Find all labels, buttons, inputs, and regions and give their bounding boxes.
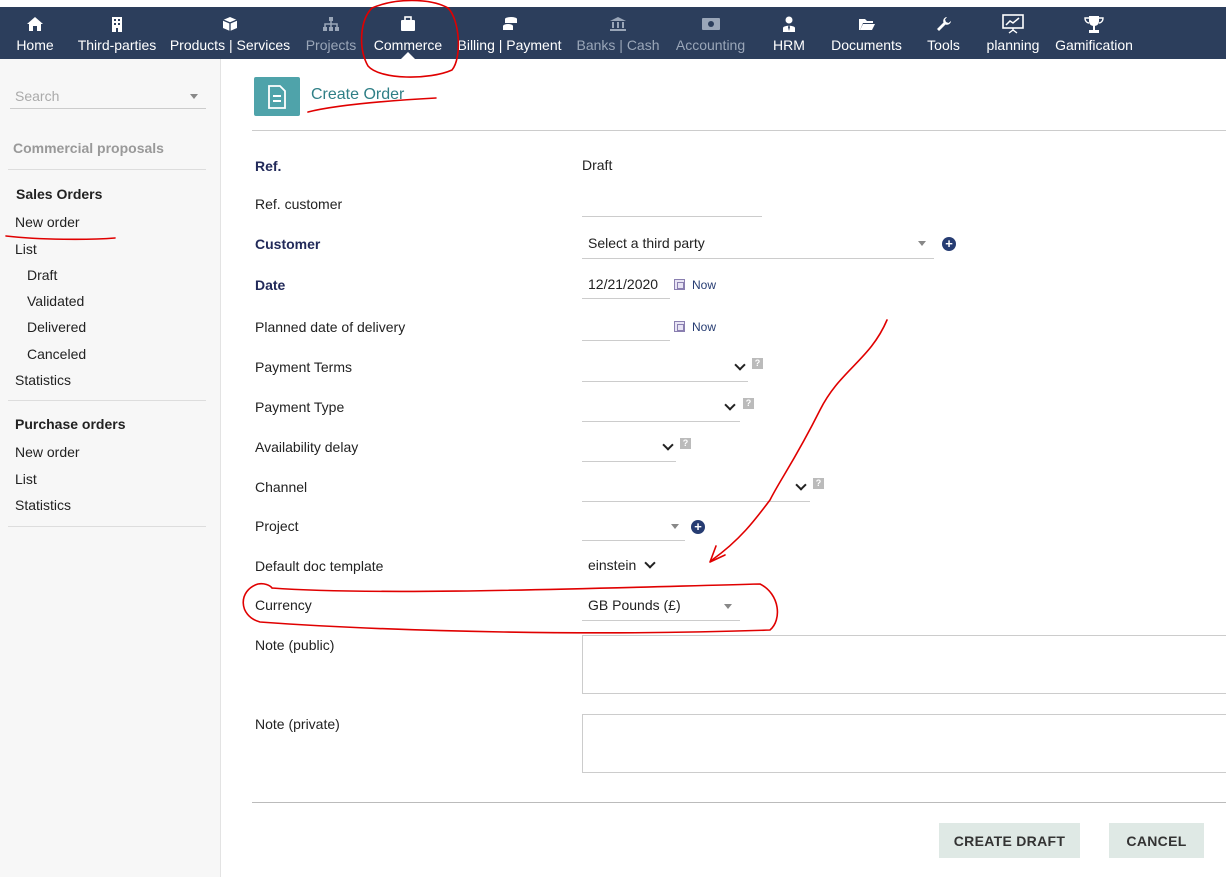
date-now-link[interactable]: Now bbox=[692, 278, 716, 292]
date-input[interactable]: 12/21/2020 bbox=[588, 276, 658, 292]
channel-select[interactable] bbox=[582, 501, 810, 502]
page-title: Create Order bbox=[311, 86, 405, 103]
building-icon bbox=[111, 13, 123, 35]
cancel-button[interactable]: CANCEL bbox=[1109, 823, 1204, 858]
left-sidebar: Search Commercial proposals Sales Orders… bbox=[0, 59, 221, 877]
availability-delay-label: Availability delay bbox=[255, 439, 359, 455]
nav-banks-cash[interactable]: Banks | Cash bbox=[577, 7, 660, 59]
coins-icon bbox=[502, 13, 518, 35]
currency-select[interactable]: GB Pounds (£) bbox=[588, 597, 681, 613]
note-private-label: Note (private) bbox=[255, 716, 340, 732]
sidebar-sales-validated[interactable]: Validated bbox=[27, 293, 84, 309]
sidebar-sales-new-order[interactable]: New order bbox=[15, 214, 80, 230]
folder-open-icon bbox=[858, 13, 876, 35]
trophy-icon bbox=[1083, 13, 1105, 35]
sidebar-purchase-orders-heading[interactable]: Purchase orders bbox=[15, 416, 126, 432]
date-label: Date bbox=[255, 277, 286, 293]
sidebar-purchase-new-order[interactable]: New order bbox=[15, 444, 80, 460]
nav-accounting[interactable]: Accounting bbox=[676, 7, 745, 59]
currency-label: Currency bbox=[255, 597, 312, 613]
caret-down-icon bbox=[724, 604, 732, 609]
nav-products-services[interactable]: Products | Services bbox=[170, 7, 290, 59]
calendar-icon[interactable] bbox=[674, 279, 685, 290]
help-icon[interactable]: ? bbox=[743, 398, 754, 409]
payment-type-select[interactable] bbox=[582, 421, 740, 422]
sidebar-purchase-list[interactable]: List bbox=[15, 471, 37, 487]
chevron-down-icon bbox=[795, 479, 807, 491]
nav-planning[interactable]: planning bbox=[985, 7, 1041, 59]
caret-down-icon bbox=[671, 524, 679, 529]
wrench-icon bbox=[936, 13, 952, 35]
help-icon[interactable]: ? bbox=[813, 478, 824, 489]
sidebar-sales-delivered[interactable]: Delivered bbox=[27, 319, 86, 335]
default-doc-template-label: Default doc template bbox=[255, 558, 384, 574]
nav-hrm[interactable]: HRM bbox=[771, 7, 807, 59]
money-bill-icon bbox=[701, 13, 721, 35]
sidebar-sales-statistics[interactable]: Statistics bbox=[15, 372, 71, 388]
ref-customer-label: Ref. customer bbox=[255, 196, 343, 212]
nav-billing-payment[interactable]: Billing | Payment bbox=[458, 7, 562, 59]
project-label: Project bbox=[255, 518, 299, 534]
chevron-down-icon bbox=[644, 557, 656, 569]
channel-label: Channel bbox=[255, 479, 308, 495]
ref-label: Ref. bbox=[255, 158, 282, 174]
sidebar-sales-draft[interactable]: Draft bbox=[27, 267, 57, 283]
note-private-textarea[interactable] bbox=[582, 714, 1226, 773]
chevron-down-icon bbox=[662, 439, 674, 451]
nav-projects[interactable]: Projects bbox=[306, 7, 356, 59]
sidebar-commercial-proposals[interactable]: Commercial proposals bbox=[13, 140, 164, 156]
help-icon[interactable]: ? bbox=[752, 358, 763, 369]
sidebar-sales-canceled[interactable]: Canceled bbox=[27, 346, 86, 362]
note-public-label: Note (public) bbox=[255, 637, 335, 653]
ref-customer-input[interactable] bbox=[582, 216, 762, 217]
caret-down-icon bbox=[190, 94, 198, 99]
planned-delivery-now-link[interactable]: Now bbox=[692, 320, 716, 334]
default-doc-template-select[interactable]: einstein bbox=[588, 557, 636, 573]
payment-type-label: Payment Type bbox=[255, 399, 345, 415]
nav-commerce[interactable]: Commerce bbox=[372, 7, 444, 59]
presentation-chart-icon bbox=[1001, 13, 1025, 35]
planned-delivery-input[interactable] bbox=[582, 340, 670, 341]
payment-terms-label: Payment Terms bbox=[255, 359, 352, 375]
main-content: Create Order Ref. Draft Ref. customer Cu… bbox=[221, 59, 1226, 877]
nav-home[interactable]: Home bbox=[15, 7, 55, 59]
payment-terms-select[interactable] bbox=[582, 381, 748, 382]
sidebar-purchase-statistics[interactable]: Statistics bbox=[15, 497, 71, 513]
chevron-down-icon bbox=[724, 399, 736, 411]
planned-delivery-label: Planned date of delivery bbox=[255, 319, 406, 335]
nav-third-parties[interactable]: Third-parties bbox=[78, 7, 156, 59]
add-third-party-icon[interactable]: + bbox=[942, 237, 956, 251]
sidebar-search-select[interactable]: Search bbox=[10, 85, 206, 109]
nav-documents[interactable]: Documents bbox=[831, 7, 902, 59]
availability-delay-select[interactable] bbox=[582, 461, 676, 462]
sidebar-sales-orders-heading[interactable]: Sales Orders bbox=[16, 186, 102, 202]
chevron-down-icon bbox=[734, 359, 746, 371]
home-icon bbox=[26, 13, 44, 35]
caret-down-icon bbox=[918, 241, 926, 246]
project-select[interactable] bbox=[582, 540, 685, 541]
user-tie-icon bbox=[782, 13, 796, 35]
briefcase-icon bbox=[400, 13, 416, 35]
nav-gamification[interactable]: Gamification bbox=[1055, 7, 1133, 59]
cube-icon bbox=[222, 13, 238, 35]
customer-label: Customer bbox=[255, 236, 321, 252]
create-draft-button[interactable]: CREATE DRAFT bbox=[939, 823, 1080, 858]
help-icon[interactable]: ? bbox=[680, 438, 691, 449]
nav-tools[interactable]: Tools bbox=[926, 7, 961, 59]
sidebar-sales-list[interactable]: List bbox=[15, 241, 37, 257]
order-document-icon bbox=[254, 77, 300, 116]
add-project-icon[interactable]: + bbox=[691, 520, 705, 534]
top-navigation-bar: Home Third-parties Products | Services P… bbox=[0, 7, 1226, 59]
note-public-textarea[interactable] bbox=[582, 635, 1226, 694]
bank-icon bbox=[609, 13, 627, 35]
customer-select[interactable]: Select a third party bbox=[588, 235, 705, 251]
ref-value: Draft bbox=[582, 157, 613, 173]
sitemap-icon bbox=[322, 13, 340, 35]
calendar-icon[interactable] bbox=[674, 321, 685, 332]
